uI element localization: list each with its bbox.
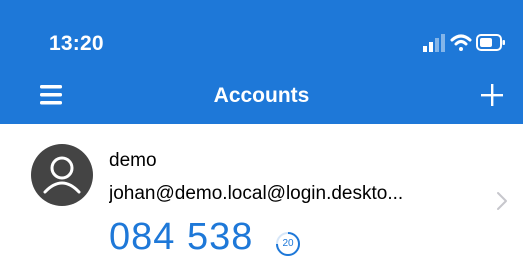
status-icons xyxy=(423,34,505,52)
plus-icon xyxy=(481,84,503,106)
wifi-icon xyxy=(450,34,472,51)
chevron-right-icon xyxy=(497,192,507,210)
page-title: Accounts xyxy=(213,84,310,107)
status-time: 13:20 xyxy=(49,32,104,55)
countdown-timer: 20 xyxy=(274,230,302,258)
account-list-item[interactable]: demo johan@demo.local@login.deskto... 08… xyxy=(0,124,523,263)
one-time-passcode[interactable]: 084 538 xyxy=(109,216,253,259)
cellular-signal-icon xyxy=(423,34,445,52)
top-bar: 13:20 Accounts xyxy=(0,0,523,124)
countdown-seconds: 20 xyxy=(282,238,294,249)
user-avatar-icon xyxy=(31,144,93,206)
battery-icon xyxy=(476,34,505,51)
account-email: johan@demo.local@login.deskto... xyxy=(109,183,404,204)
account-name: demo xyxy=(109,150,157,171)
add-account-button[interactable] xyxy=(475,78,509,112)
authenticator-screen: 13:20 Accounts demo johan@demo.local@log… xyxy=(0,0,523,263)
